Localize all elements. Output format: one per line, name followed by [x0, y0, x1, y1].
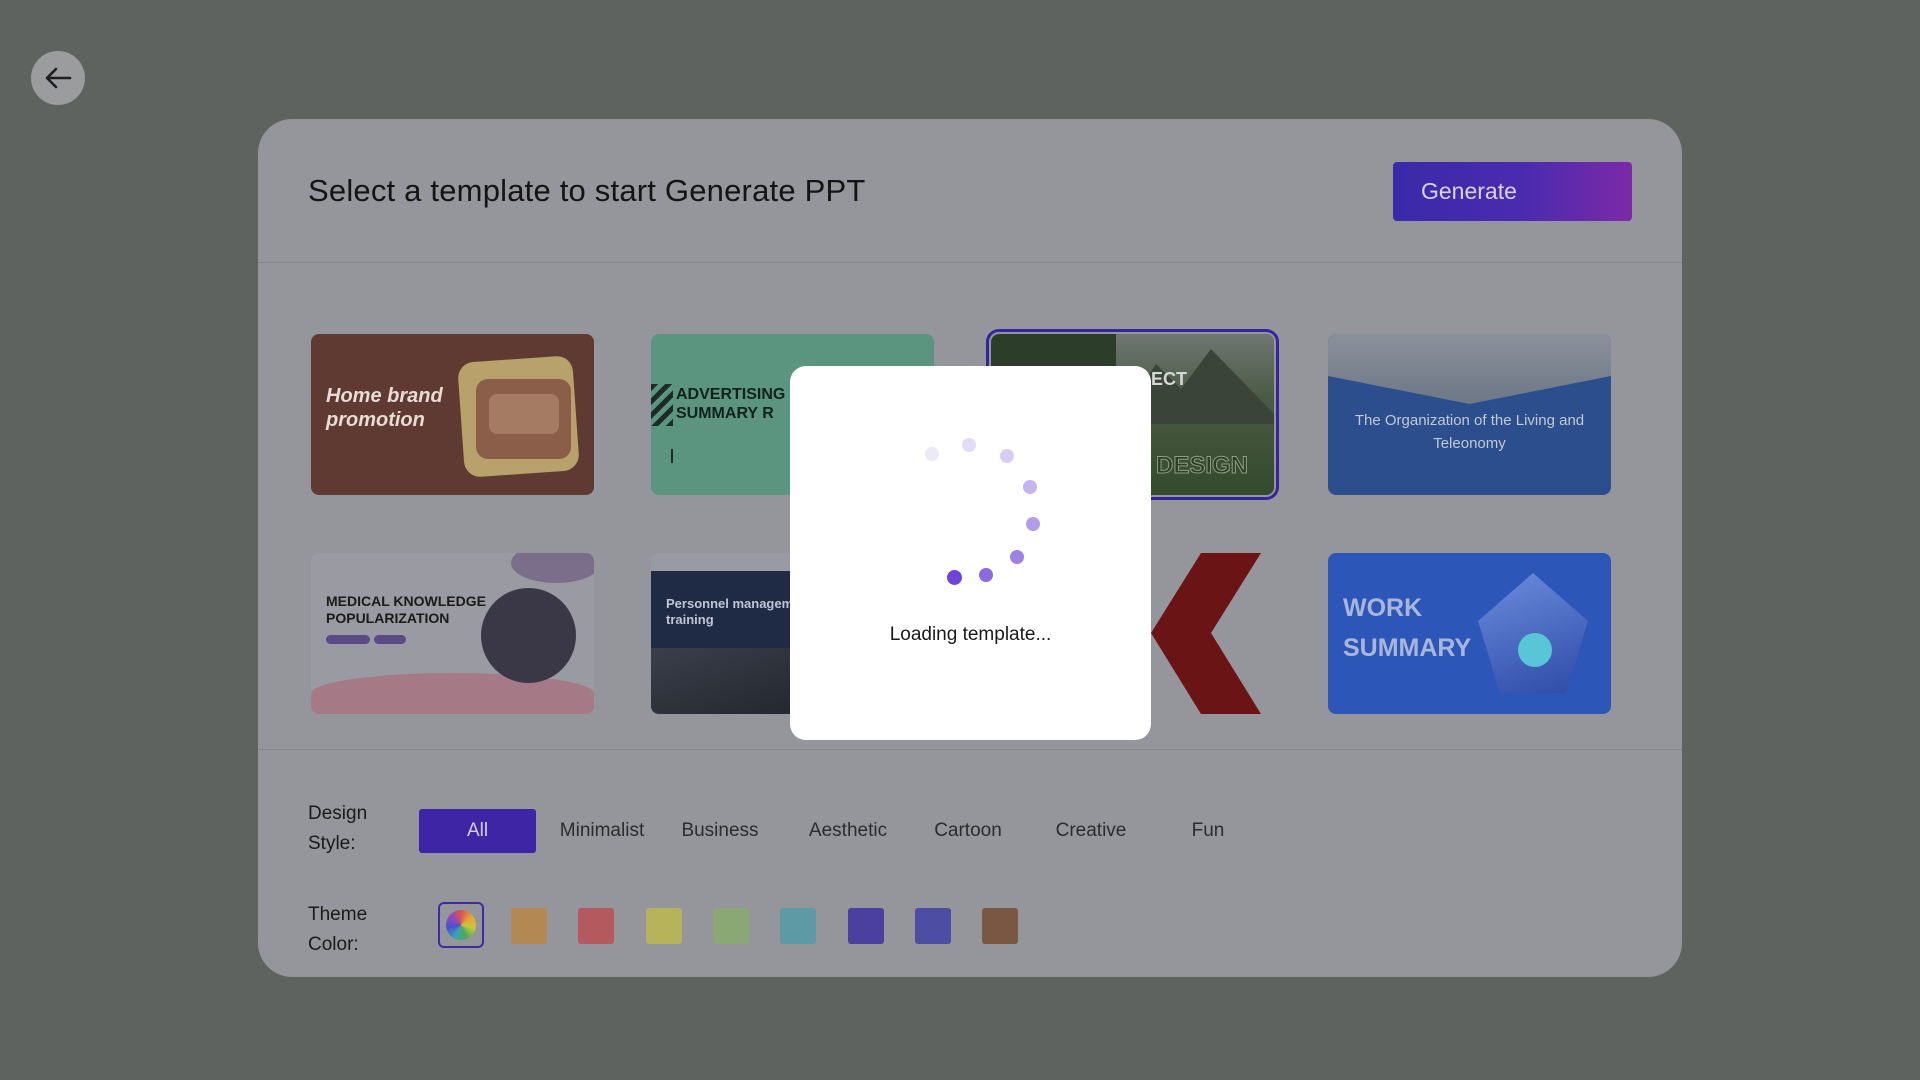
style-tab-aesthetic[interactable]: Aesthetic — [798, 809, 898, 853]
template-card-title: WORK SUMMARY — [1343, 594, 1472, 662]
design-style-label: Design Style: — [308, 803, 368, 854]
style-tab-minimalist[interactable]: Minimalist — [552, 809, 652, 853]
panel-header: Select a template to start Generate PPT … — [258, 119, 1682, 263]
style-tab-business[interactable]: Business — [675, 809, 765, 853]
style-tab-fun[interactable]: Fun — [1178, 809, 1238, 853]
color-swatch-purple[interactable] — [848, 908, 884, 944]
loading-text: Loading template... — [889, 624, 1052, 645]
template-card-work-summary[interactable]: WORK SUMMARY — [1328, 553, 1611, 714]
template-card-home-brand[interactable]: Home brand promotion — [311, 334, 594, 495]
theme-color-label: Theme Color: — [308, 904, 368, 955]
style-tab-creative[interactable]: Creative — [1046, 809, 1136, 853]
color-swatch-red[interactable] — [578, 908, 614, 944]
color-swatch-all[interactable] — [438, 902, 484, 948]
style-tab-all[interactable]: All — [419, 809, 536, 853]
section-divider — [258, 749, 1682, 750]
chevron-graphic — [1151, 553, 1261, 714]
color-swatch-blue[interactable] — [915, 908, 951, 944]
template-card-title: MEDICAL KNOWLEDGE POPULARIZATION — [326, 593, 486, 626]
color-swatch-green[interactable] — [713, 908, 749, 944]
style-tab-cartoon[interactable]: Cartoon — [923, 809, 1013, 853]
generate-button[interactable]: Generate — [1393, 162, 1632, 221]
template-card-organization[interactable]: The Organization of the Living and Teleo… — [1328, 334, 1611, 495]
template-card-title: Home brand promotion — [326, 385, 443, 431]
loading-modal: Loading template... — [790, 366, 1151, 740]
color-swatch-teal[interactable] — [780, 908, 816, 944]
back-button[interactable] — [31, 51, 85, 105]
template-card-title: ECT — [1151, 369, 1187, 389]
color-swatch-yellow[interactable] — [646, 908, 682, 944]
page-title: Select a template to start Generate PPT — [308, 173, 866, 208]
template-card-title: The Organization of the Living and Teleo… — [1354, 412, 1585, 453]
arrow-left-icon — [45, 67, 72, 89]
template-card-subtitle: DESIGN — [1155, 452, 1249, 480]
template-card-medical[interactable]: MEDICAL KNOWLEDGE POPULARIZATION — [311, 553, 594, 714]
color-swatch-orange[interactable] — [511, 908, 547, 944]
color-wheel-icon — [446, 910, 476, 940]
color-swatch-brown[interactable] — [982, 908, 1018, 944]
